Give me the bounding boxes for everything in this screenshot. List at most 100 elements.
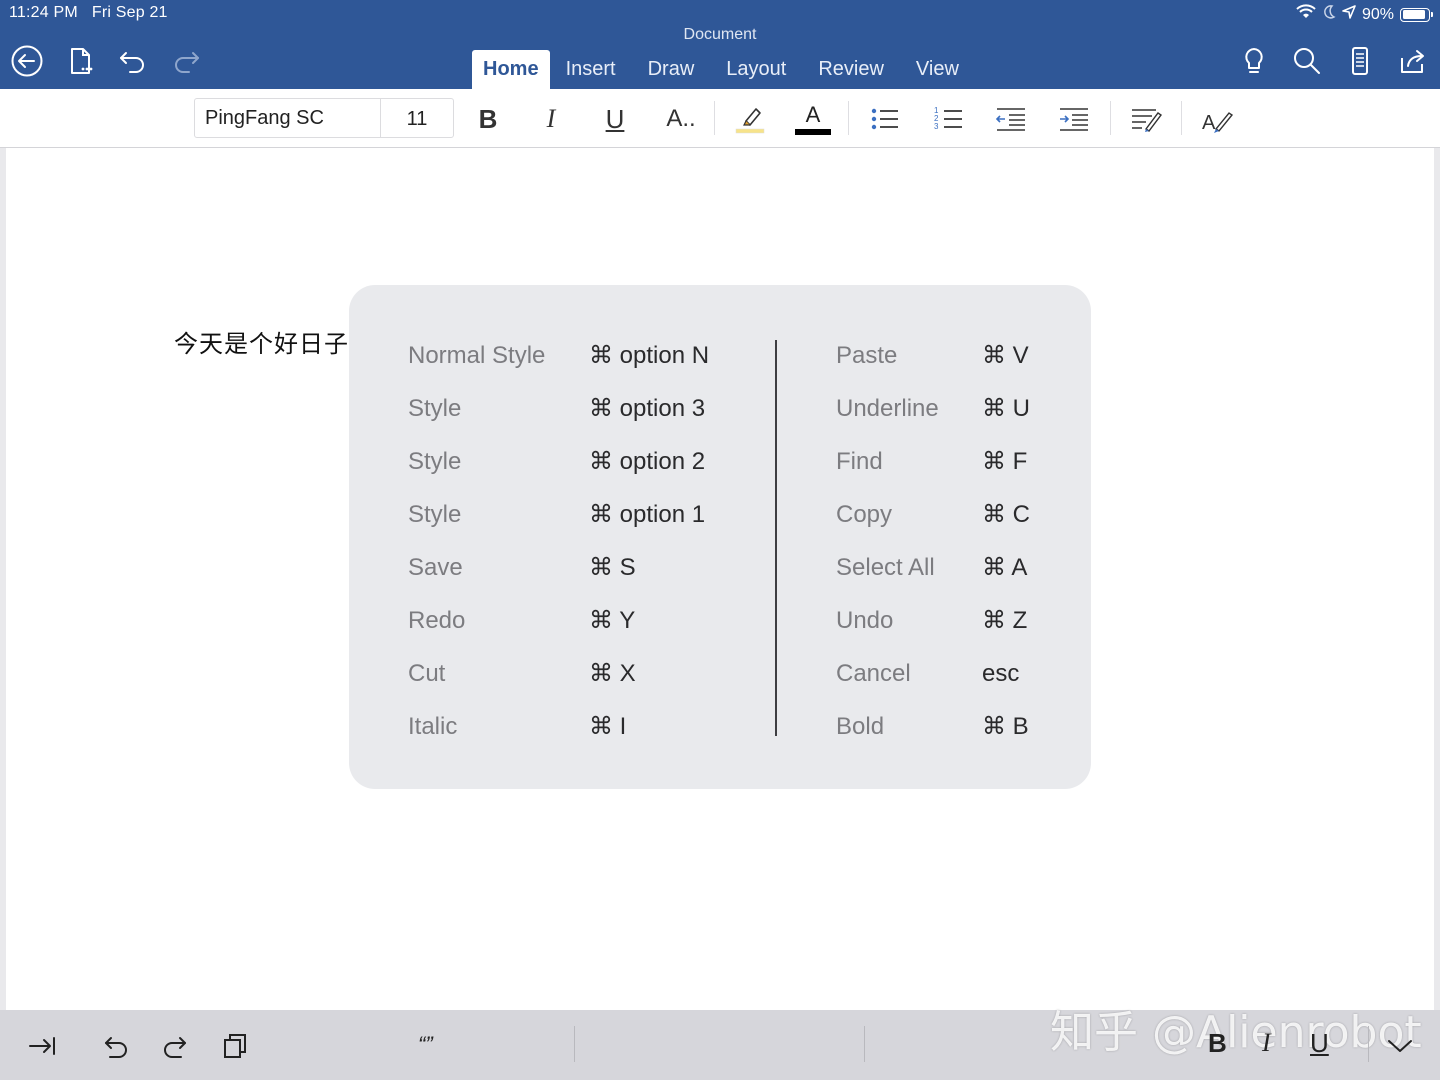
mobile-view-button[interactable] (1341, 42, 1379, 80)
highlighter-icon (735, 108, 765, 134)
shortcut-command: Italic (408, 713, 458, 740)
font-color-icon: A (795, 103, 831, 135)
tell-me-button[interactable] (1235, 42, 1273, 80)
decrease-indent-icon (995, 108, 1025, 131)
underline-button[interactable]: U (593, 99, 637, 139)
shortcut-command: Underline (836, 395, 939, 422)
font-color-button[interactable]: A (791, 99, 835, 139)
styles-button[interactable]: A (1195, 99, 1239, 139)
shortcut-keys: ⌘ V (982, 342, 1029, 369)
shortcut-command: Style (408, 395, 462, 422)
shortcut-keys: ⌘ option 3 (589, 395, 706, 422)
ribbon-divider (848, 101, 849, 135)
shortcut-keys: esc (982, 660, 1020, 687)
font-styles-icon: A.. (666, 105, 696, 132)
tab-view[interactable]: View (900, 50, 975, 89)
redo-button[interactable] (167, 42, 205, 80)
highlight-button[interactable] (728, 99, 772, 139)
tab-key-button[interactable] (22, 1026, 62, 1066)
bold-button[interactable]: B (466, 99, 510, 139)
ribbon-divider (1181, 101, 1182, 135)
bar-redo-button[interactable] (155, 1026, 195, 1066)
back-button[interactable] (8, 42, 46, 80)
tab-insert[interactable]: Insert (550, 50, 632, 89)
shortcut-command: Redo (408, 607, 466, 634)
shortcut-command: Find (836, 448, 883, 475)
shortcut-command: Save (408, 554, 463, 581)
bold-icon: B (478, 103, 498, 134)
tab-draw[interactable]: Draw (632, 50, 711, 89)
shortcut-keys: ⌘ U (982, 395, 1030, 422)
shortcut-keys: ⌘ S (589, 554, 636, 581)
font-size-field[interactable]: 11 (381, 99, 453, 137)
app-header: 11:24 PM Fri Sep 21 90% Document Home In… (0, 0, 1440, 89)
styles-brush-icon: A (1202, 112, 1234, 134)
shortcut-keys: ⌘ F (982, 448, 1028, 475)
column-divider (775, 340, 777, 736)
status-time: 11:24 PM Fri Sep 21 (9, 4, 168, 22)
mobile-view-icon (1352, 47, 1368, 75)
bar-bold-button[interactable]: B (1208, 1028, 1227, 1059)
shortcut-keys: ⌘ Y (589, 607, 636, 634)
ribbon-divider (1110, 101, 1111, 135)
share-button[interactable] (1394, 42, 1432, 80)
bar-divider (864, 1026, 865, 1062)
chevron-down-icon (1388, 1040, 1412, 1052)
paragraph-formatting-button[interactable] (1124, 99, 1168, 139)
bar-paste-button[interactable] (215, 1026, 255, 1066)
tab-arrow-icon (29, 1037, 55, 1055)
file-button[interactable] (61, 42, 99, 80)
clipboard-icon (224, 1034, 246, 1058)
shortcut-command: Cut (408, 660, 446, 687)
shortcut-command: Select All (836, 554, 935, 581)
shortcut-keys: ⌘ Z (982, 607, 1028, 634)
battery-icon (1400, 7, 1433, 22)
font-styles-button[interactable]: A.. (657, 99, 705, 139)
redo-icon (164, 1037, 186, 1058)
status-date: Fri Sep 21 (91, 4, 168, 21)
document-title: Document (683, 26, 757, 43)
bar-undo-button[interactable] (96, 1026, 136, 1066)
italic-icon: I (546, 104, 556, 133)
font-color-swatch (795, 129, 831, 135)
ribbon-tabs: Home Insert Draw Layout Review View (472, 50, 975, 89)
shortcut-command: Style (408, 448, 462, 475)
shortcut-command: Copy (836, 501, 893, 528)
bar-underline-button[interactable]: U (1310, 1028, 1329, 1059)
ribbon-divider (714, 101, 715, 135)
lightbulb-icon (1245, 48, 1263, 73)
shortcut-keys: ⌘ X (589, 660, 636, 687)
increase-indent-icon (1060, 108, 1088, 131)
document-body-text[interactable]: 今天是个好日子 (174, 324, 349, 359)
battery-percent: 90% (1361, 5, 1394, 23)
tab-layout[interactable]: Layout (710, 50, 802, 89)
bullets-button[interactable] (862, 99, 906, 139)
undo-icon (120, 52, 144, 73)
search-button[interactable] (1288, 42, 1326, 80)
watermark: 知乎 @Alienrobot (1050, 1007, 1422, 1058)
italic-button[interactable]: I (529, 99, 573, 139)
shortcut-command: Bold (836, 713, 885, 740)
status-indicators: 90% (1296, 4, 1433, 25)
numbering-button[interactable]: 123 (926, 99, 970, 139)
home-ribbon: PingFang SC 11 B I U A.. A 123 A (0, 89, 1440, 148)
shortcut-command: Undo (836, 607, 894, 634)
undo-button[interactable] (114, 42, 152, 80)
font-name-field[interactable]: PingFang SC (195, 99, 381, 137)
redo-icon (175, 52, 199, 73)
share-icon (1401, 50, 1424, 73)
shortcut-keys: ⌘ A (982, 554, 1028, 581)
tab-review[interactable]: Review (802, 50, 900, 89)
search-icon (1294, 48, 1320, 74)
quote-key[interactable]: “” (418, 1032, 433, 1058)
shortcut-command: Style (408, 501, 462, 528)
bar-divider (1368, 1026, 1369, 1062)
tab-home[interactable]: Home (472, 50, 550, 89)
bar-italic-button[interactable]: I (1262, 1028, 1271, 1058)
decrease-indent-button[interactable] (989, 99, 1033, 139)
shortcut-command: Cancel (836, 660, 911, 687)
hide-keyboard-button[interactable] (1380, 1026, 1420, 1066)
increase-indent-button[interactable] (1052, 99, 1096, 139)
bulleted-list-icon (871, 108, 898, 130)
shortcut-command: Normal Style (408, 342, 546, 369)
